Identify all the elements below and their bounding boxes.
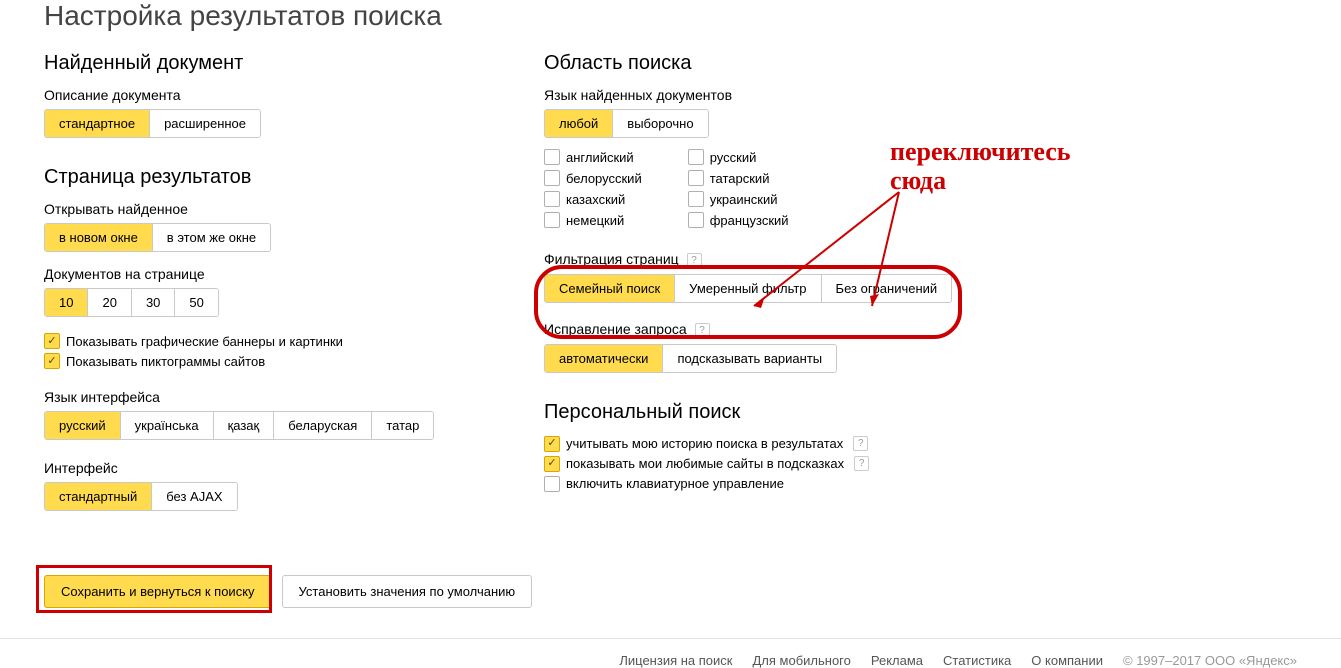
personal-heading: Персональный поиск xyxy=(544,401,1064,424)
footer-copyright: © 1997–2017 ООО «Яндекс» xyxy=(1123,653,1297,668)
lang-tt-checkbox[interactable] xyxy=(688,170,704,186)
help-icon[interactable]: ? xyxy=(853,436,868,451)
annotation-line1: переключитесь xyxy=(890,138,1071,167)
lang-uk-label: украинский xyxy=(710,192,778,207)
footer-link-mobile[interactable]: Для мобильного xyxy=(752,653,850,668)
desc-opt-standard[interactable]: стандартное xyxy=(45,110,150,137)
open-opt-samewin[interactable]: в этом же окне xyxy=(153,224,270,251)
iface-lang-kz[interactable]: қазақ xyxy=(214,412,275,439)
iface-lang-segment: русский українська қазақ беларуская тата… xyxy=(44,411,434,440)
lang-fr-checkbox[interactable] xyxy=(688,212,704,228)
lang-kk-checkbox[interactable] xyxy=(544,191,560,207)
results-page-heading: Страница результатов xyxy=(44,166,484,189)
docs-label: Документов на странице xyxy=(44,266,484,282)
iface-lang-tt[interactable]: татар xyxy=(372,412,433,439)
favicons-label: Показывать пиктограммы сайтов xyxy=(66,354,265,369)
open-label: Открывать найденное xyxy=(44,201,484,217)
correction-label: Исправление запроса xyxy=(544,321,687,337)
desc-segment: стандартное расширенное xyxy=(44,109,261,138)
desc-opt-extended[interactable]: расширенное xyxy=(150,110,260,137)
correction-prompt[interactable]: подсказывать варианты xyxy=(663,345,836,372)
open-segment: в новом окне в этом же окне xyxy=(44,223,271,252)
lang-kk-label: казахский xyxy=(566,192,625,207)
search-area-heading: Область поиска xyxy=(544,52,1064,75)
banners-checkbox[interactable] xyxy=(44,333,60,349)
desc-label: Описание документа xyxy=(44,87,484,103)
lang-ru-checkbox[interactable] xyxy=(688,149,704,165)
lang-ru-label: русский xyxy=(710,150,757,165)
reset-button[interactable]: Установить значения по умолчанию xyxy=(282,575,533,608)
filter-moderate[interactable]: Умеренный фильтр xyxy=(675,275,821,302)
lang-docs-segment: любой выборочно xyxy=(544,109,709,138)
iface-label: Интерфейс xyxy=(44,460,484,476)
docs-opt-30[interactable]: 30 xyxy=(132,289,175,316)
filter-label: Фильтрация страниц xyxy=(544,251,679,267)
lang-uk-checkbox[interactable] xyxy=(688,191,704,207)
annotation-line2: сюда xyxy=(890,167,1071,196)
correction-auto[interactable]: автоматически xyxy=(545,345,663,372)
save-button[interactable]: Сохранить и вернуться к поиску xyxy=(44,575,272,608)
footer-link-stats[interactable]: Статистика xyxy=(943,653,1011,668)
history-checkbox[interactable] xyxy=(544,436,560,452)
footer-link-about[interactable]: О компании xyxy=(1031,653,1103,668)
page-title: Настройка результатов поиска xyxy=(44,0,1297,32)
lang-tt-label: татарский xyxy=(710,171,770,186)
correction-segment: автоматически подсказывать варианты xyxy=(544,344,837,373)
favsites-checkbox[interactable] xyxy=(544,456,560,472)
help-icon[interactable]: ? xyxy=(687,253,702,268)
keyboard-checkbox[interactable] xyxy=(544,476,560,492)
filter-segment: Семейный поиск Умеренный фильтр Без огра… xyxy=(544,274,952,303)
docs-opt-10[interactable]: 10 xyxy=(45,289,88,316)
docs-segment: 10 20 30 50 xyxy=(44,288,219,317)
lang-docs-select[interactable]: выборочно xyxy=(613,110,707,137)
iface-segment: стандартный без AJAX xyxy=(44,482,238,511)
iface-opt-noajax[interactable]: без AJAX xyxy=(152,483,236,510)
iface-lang-by[interactable]: беларуская xyxy=(274,412,372,439)
lang-fr-label: французский xyxy=(710,213,789,228)
iface-lang-label: Язык интерфейса xyxy=(44,389,484,405)
iface-lang-uk[interactable]: українська xyxy=(121,412,214,439)
lang-be-checkbox[interactable] xyxy=(544,170,560,186)
found-doc-heading: Найденный документ xyxy=(44,52,484,75)
lang-be-label: белорусский xyxy=(566,171,642,186)
help-icon[interactable]: ? xyxy=(695,323,710,338)
banners-label: Показывать графические баннеры и картинк… xyxy=(66,334,343,349)
lang-en-label: английский xyxy=(566,150,634,165)
favicons-checkbox[interactable] xyxy=(44,353,60,369)
lang-de-checkbox[interactable] xyxy=(544,212,560,228)
lang-docs-label: Язык найденных документов xyxy=(544,87,1064,103)
open-opt-newwin[interactable]: в новом окне xyxy=(45,224,153,251)
docs-opt-50[interactable]: 50 xyxy=(175,289,217,316)
history-label: учитывать мою историю поиска в результат… xyxy=(566,436,843,451)
footer-link-license[interactable]: Лицензия на поиск xyxy=(619,653,732,668)
help-icon[interactable]: ? xyxy=(854,456,869,471)
favsites-label: показывать мои любимые сайты в подсказка… xyxy=(566,456,844,471)
filter-none[interactable]: Без ограничений xyxy=(822,275,952,302)
lang-en-checkbox[interactable] xyxy=(544,149,560,165)
lang-de-label: немецкий xyxy=(566,213,624,228)
filter-family[interactable]: Семейный поиск xyxy=(545,275,675,302)
docs-opt-20[interactable]: 20 xyxy=(88,289,131,316)
keyboard-label: включить клавиатурное управление xyxy=(566,476,784,491)
lang-docs-any[interactable]: любой xyxy=(545,110,613,137)
footer-link-ads[interactable]: Реклама xyxy=(871,653,923,668)
iface-lang-ru[interactable]: русский xyxy=(45,412,121,439)
iface-opt-standard[interactable]: стандартный xyxy=(45,483,152,510)
